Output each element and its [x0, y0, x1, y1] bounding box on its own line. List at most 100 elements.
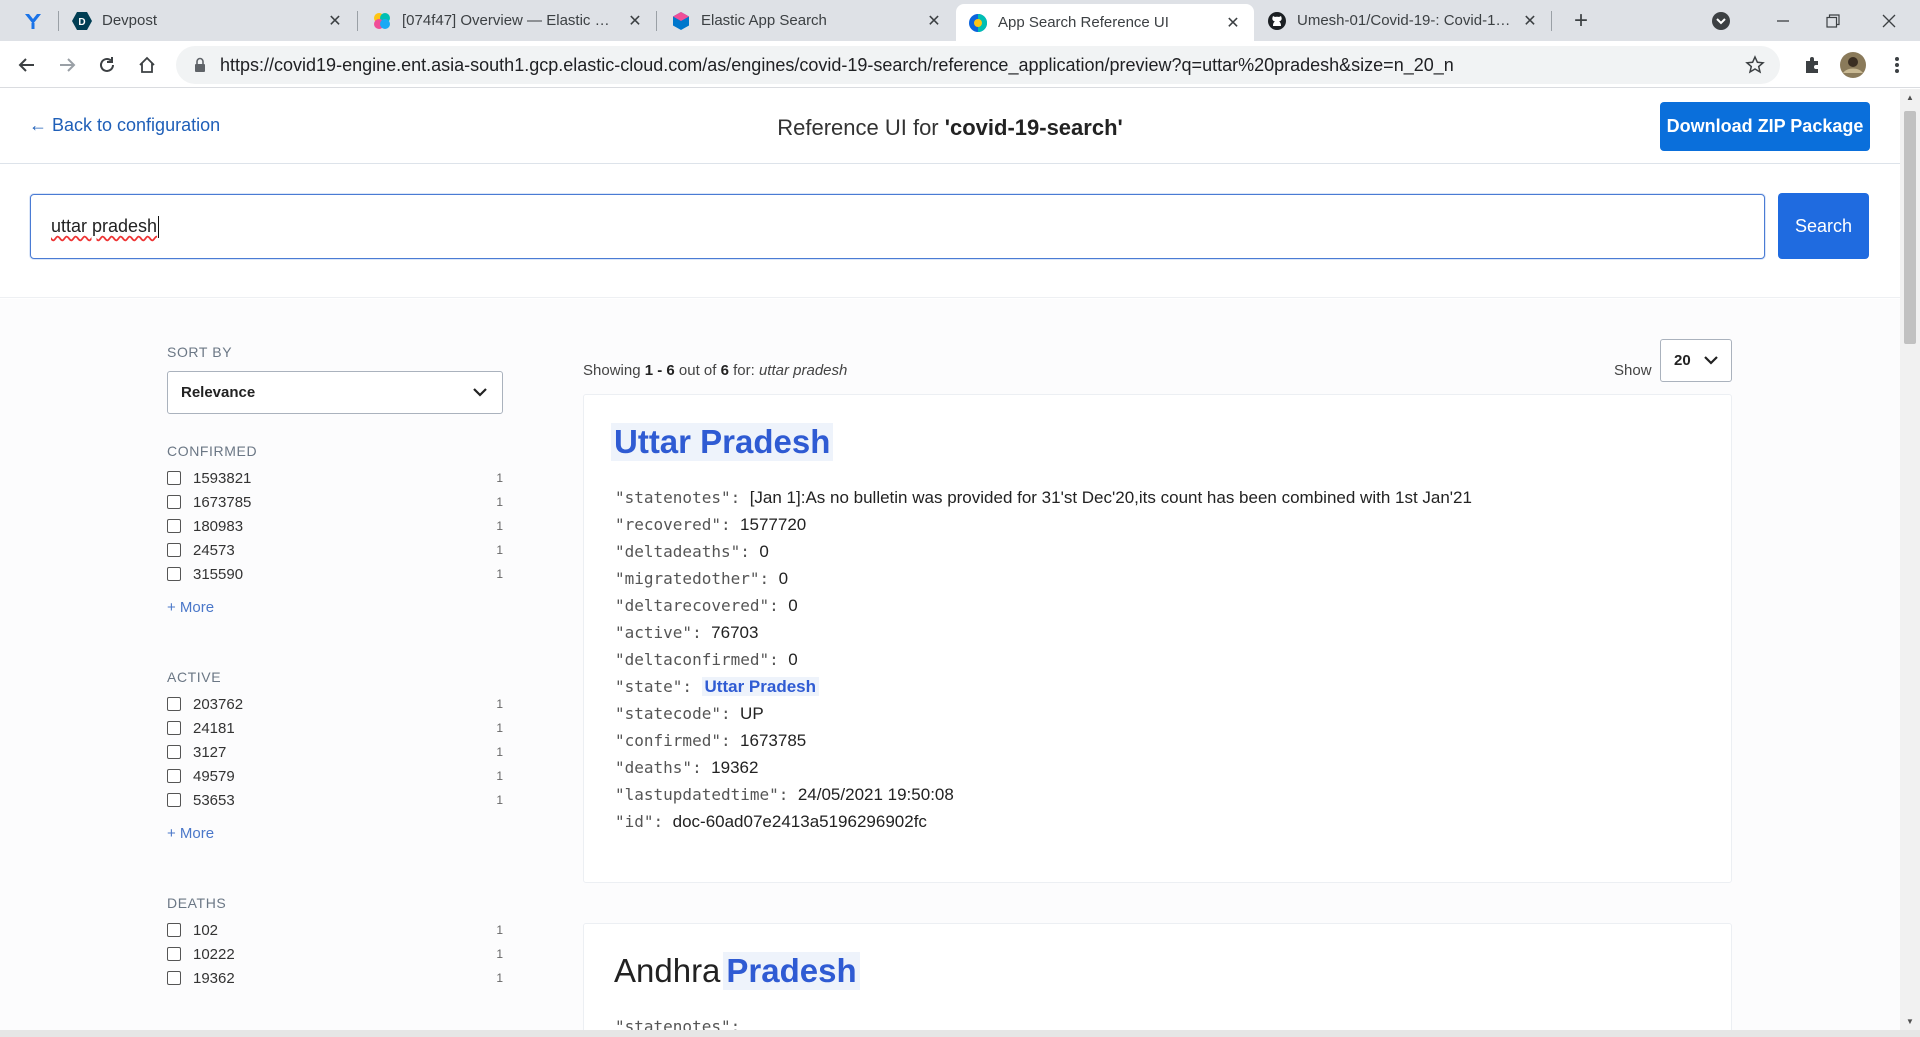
paging-text: for: [728, 362, 759, 379]
facet-more-link[interactable]: + More [167, 599, 214, 616]
tab-title: App Search Reference UI [998, 14, 1169, 31]
close-icon[interactable]: ✕ [1521, 12, 1539, 30]
close-icon[interactable]: ✕ [1224, 14, 1242, 32]
result-title-text[interactable]: Andhra [611, 952, 723, 990]
bookmark-star-icon[interactable] [1738, 55, 1772, 75]
close-icon[interactable]: ✕ [925, 12, 943, 30]
facet-option[interactable]: 24573 1 [167, 538, 503, 562]
checkbox[interactable] [167, 567, 181, 581]
browser-toolbar: https://covid19-engine.ent.asia-south1.g… [0, 41, 1920, 88]
facet-option-count: 1 [496, 495, 503, 509]
checkbox[interactable] [167, 971, 181, 985]
profile-avatar[interactable] [1836, 48, 1870, 82]
search-area: uttar pradesh Search [0, 165, 1900, 298]
facet-option-value: 53653 [193, 791, 235, 809]
field-key: "confirmed": [615, 731, 731, 750]
facet-option-value: 19362 [193, 969, 235, 987]
new-tab-icon[interactable]: + [1558, 0, 1604, 41]
browser-menu-icon[interactable] [14, 0, 56, 41]
facet-option-count: 1 [496, 971, 503, 985]
facet-option[interactable]: 19362 1 [167, 966, 503, 990]
facet-option[interactable]: 1593821 1 [167, 466, 503, 490]
search-query-text: uttar pradesh [51, 216, 158, 236]
facet-option[interactable]: 24181 1 [167, 716, 503, 740]
results-per-page-select[interactable]: 20 [1660, 339, 1732, 382]
tab-app-search-reference-ui[interactable]: App Search Reference UI ✕ [956, 4, 1254, 41]
field-key: "statenotes": [615, 488, 741, 507]
browser-menu-dots-icon[interactable] [1880, 48, 1914, 82]
github-icon [1267, 11, 1287, 31]
facet-option-count: 1 [496, 471, 503, 485]
paging-range: 1 - 6 [644, 362, 675, 379]
window-close-icon[interactable] [1866, 0, 1912, 41]
close-icon[interactable]: ✕ [626, 12, 644, 30]
checkbox[interactable] [167, 519, 181, 533]
engine-name: 'covid-19-search' [944, 115, 1123, 140]
lock-icon[interactable] [192, 57, 208, 73]
result-title[interactable]: Andhra Pradesh [611, 952, 860, 990]
search-input[interactable]: uttar pradesh [30, 194, 1765, 259]
result-field: "confirmed": 1673785 [615, 731, 806, 751]
sort-select[interactable]: Relevance [167, 371, 503, 414]
checkbox[interactable] [167, 543, 181, 557]
tab-elastic-app-search[interactable]: Elastic App Search ✕ [659, 0, 955, 41]
tab-devpost[interactable]: D Devpost ✕ [60, 0, 356, 41]
facet-more-link[interactable]: + More [167, 825, 214, 842]
scrollbar-thumb[interactable] [1904, 111, 1916, 344]
checkbox[interactable] [167, 721, 181, 735]
horizontal-scrollbar[interactable] [0, 1030, 1920, 1037]
facet-option[interactable]: 10222 1 [167, 942, 503, 966]
checkbox[interactable] [167, 495, 181, 509]
results-per-page-value: 20 [1674, 352, 1691, 369]
result-title-highlight[interactable]: Pradesh [723, 952, 860, 990]
vertical-scrollbar[interactable]: ▲ ▼ [1900, 89, 1920, 1030]
result-field: "statenotes": [Jan 1]:As no bulletin was… [615, 488, 1472, 508]
paging-text: out of [674, 362, 721, 379]
facet-option[interactable]: 53653 1 [167, 788, 503, 812]
close-icon[interactable]: ✕ [326, 12, 344, 30]
url-text[interactable]: https://covid19-engine.ent.asia-south1.g… [220, 55, 1738, 76]
back-arrow-icon[interactable] [10, 48, 44, 82]
facet-option-count: 1 [496, 567, 503, 581]
checkbox[interactable] [167, 471, 181, 485]
checkbox[interactable] [167, 793, 181, 807]
result-title[interactable]: Uttar Pradesh [611, 423, 834, 461]
paging-total: 6 [720, 362, 729, 379]
search-button[interactable]: Search [1778, 193, 1869, 259]
browser-tab-bar: D Devpost ✕ [074f47] Overview — Elastic … [0, 0, 1920, 41]
facet-option[interactable]: 49579 1 [167, 764, 503, 788]
facet-option[interactable]: 180983 1 [167, 514, 503, 538]
facet-option-value: 180983 [193, 517, 244, 535]
facet-option[interactable]: 3127 1 [167, 740, 503, 764]
scroll-down-arrow-icon[interactable]: ▼ [1900, 1013, 1920, 1030]
field-key: "deltaconfirmed": [615, 650, 779, 669]
home-icon[interactable] [130, 48, 164, 82]
download-zip-button[interactable]: Download ZIP Package [1660, 102, 1870, 151]
checkbox[interactable] [167, 769, 181, 783]
facet-option-value: 1673785 [193, 493, 252, 511]
facet-option-count: 1 [496, 947, 503, 961]
result-field: "statenotes": [615, 1017, 750, 1030]
scroll-up-arrow-icon[interactable]: ▲ [1900, 89, 1920, 106]
checkbox[interactable] [167, 697, 181, 711]
checkbox[interactable] [167, 923, 181, 937]
result-field: "deltadeaths": 0 [615, 542, 769, 562]
restore-icon[interactable] [1810, 0, 1856, 41]
facet-option[interactable]: 203762 1 [167, 692, 503, 716]
facet-option[interactable]: 315590 1 [167, 562, 503, 586]
tab-github[interactable]: Umesh-01/Covid-19-: Covid-19 S ✕ [1255, 0, 1551, 41]
tab-elastic-cloud[interactable]: [074f47] Overview — Elastic Cloud ✕ [360, 0, 656, 41]
checkbox[interactable] [167, 745, 181, 759]
facet-label-deaths: DEATHS [167, 895, 227, 911]
facet-option[interactable]: 1673785 1 [167, 490, 503, 514]
extensions-puzzle-icon[interactable] [1795, 48, 1829, 82]
checkbox[interactable] [167, 947, 181, 961]
result-title-highlight[interactable]: Uttar Pradesh [611, 423, 834, 461]
address-bar[interactable]: https://covid19-engine.ent.asia-south1.g… [176, 46, 1780, 84]
field-key: "statecode": [615, 704, 731, 723]
minimize-icon[interactable] [1760, 0, 1806, 41]
reload-icon[interactable] [90, 48, 124, 82]
forward-arrow-icon[interactable] [50, 48, 84, 82]
tab-search-icon[interactable] [1698, 0, 1744, 41]
facet-option[interactable]: 102 1 [167, 918, 503, 942]
